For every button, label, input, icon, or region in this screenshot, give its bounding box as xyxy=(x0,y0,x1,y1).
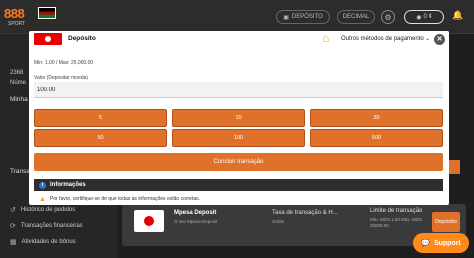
limit-min: Mín. MZN 1.00 Máx. MZN xyxy=(370,217,422,222)
sidebar-item-label: Transações financeiras xyxy=(20,223,83,229)
deposit-modal: Depósito ⌂ Outros métodos de pagamento ⌄… xyxy=(29,31,449,205)
sidebar-item-order-history[interactable]: ↺ Histórico de pedidos xyxy=(0,206,118,214)
wallet-icon: ▣ xyxy=(283,14,289,21)
fee-value: Grátis xyxy=(272,219,285,224)
settings-icon[interactable]: ⚙ xyxy=(381,10,395,24)
bell-icon[interactable]: 🔔 xyxy=(452,10,463,21)
method-subtitle: O seu Mpesa Deposit xyxy=(174,219,218,224)
other-payment-methods-dropdown[interactable]: Outros métodos de pagamento xyxy=(341,36,424,42)
method-deposit-button[interactable]: Depósito xyxy=(432,212,460,232)
limit-label: Limite de transação xyxy=(370,208,423,214)
limit-values: Mín. MZN 1.00 Máx. MZN 25000.00 xyxy=(370,217,422,229)
account-balance: 0 ¢ xyxy=(423,14,432,20)
support-button[interactable]: 💬 Support xyxy=(413,233,469,253)
deposit-button[interactable]: ▣ DEPÓSITO xyxy=(276,10,330,24)
deposit-limits: Min: 1.00 / Max: 25,000.00 xyxy=(34,60,94,66)
limit-max: 25000.00 xyxy=(370,222,389,228)
info-note: ▲ Por favor, certifique-se de que todas … xyxy=(34,193,443,205)
modal-header: Depósito ⌂ Outros métodos de pagamento ⌄… xyxy=(29,31,449,47)
sidebar-item-bonus-activities[interactable]: ▦ Atividades de bônus xyxy=(0,238,118,246)
history-icon: ↺ xyxy=(10,207,16,214)
modal-title: Depósito xyxy=(68,35,96,42)
vodafone-logo xyxy=(134,210,164,232)
amount-button-10[interactable]: 10 xyxy=(172,109,305,127)
amount-button-5[interactable]: 5 xyxy=(34,109,167,127)
user-icon: ◉ xyxy=(416,14,422,21)
vodafone-logo xyxy=(34,33,62,45)
amount-input[interactable] xyxy=(34,82,443,98)
info-icon: i xyxy=(39,181,46,189)
complete-transaction-button[interactable]: Concluir transação xyxy=(34,153,443,171)
info-note-text: Por favor, certifique-se de que todas as… xyxy=(49,196,201,202)
sidebar-item-financial-transactions[interactable]: ⟳ Transações financeiras xyxy=(0,222,118,230)
support-label: Support xyxy=(433,239,461,247)
account-button[interactable]: ◉ 0 ¢ xyxy=(404,10,444,24)
odds-format-button[interactable]: DECIMAL xyxy=(337,10,375,24)
method-name: Mpesa Deposit xyxy=(174,210,217,216)
warning-icon: ▲ xyxy=(39,195,46,203)
amount-button-100[interactable]: 100 xyxy=(172,129,305,147)
amount-button-500[interactable]: 500 xyxy=(310,129,443,147)
top-bar: 888 SPORT ▣ DEPÓSITO DECIMAL ⚙ ◉ 0 ¢ 🔔 xyxy=(0,0,474,34)
close-icon[interactable]: ✕ xyxy=(434,34,445,45)
logo-subtitle: SPORT xyxy=(8,21,26,27)
chat-icon: 💬 xyxy=(421,240,430,247)
amount-button-50[interactable]: 50 xyxy=(34,129,167,147)
gift-icon: ▦ xyxy=(10,239,17,246)
home-icon[interactable]: ⌂ xyxy=(322,32,329,44)
country-flag-icon[interactable] xyxy=(38,7,56,19)
sidebar-item-label: Histórico de pedidos xyxy=(20,207,76,213)
amount-button-30[interactable]: 30 xyxy=(310,109,443,127)
logo[interactable]: 888 xyxy=(4,6,25,21)
info-title: Informações xyxy=(50,182,86,188)
chevron-down-icon[interactable]: ⌄ xyxy=(425,35,430,42)
refresh-icon: ⟳ xyxy=(10,223,16,230)
deposit-button-label: DEPÓSITO xyxy=(291,14,323,20)
info-bar[interactable]: i Informações xyxy=(34,179,443,191)
sidebar-item-label: Atividades de bônus xyxy=(21,239,76,245)
fee-label: Taxa de transação & H... xyxy=(272,210,338,216)
amount-label: Valor (Depositar moeda) xyxy=(34,75,89,81)
